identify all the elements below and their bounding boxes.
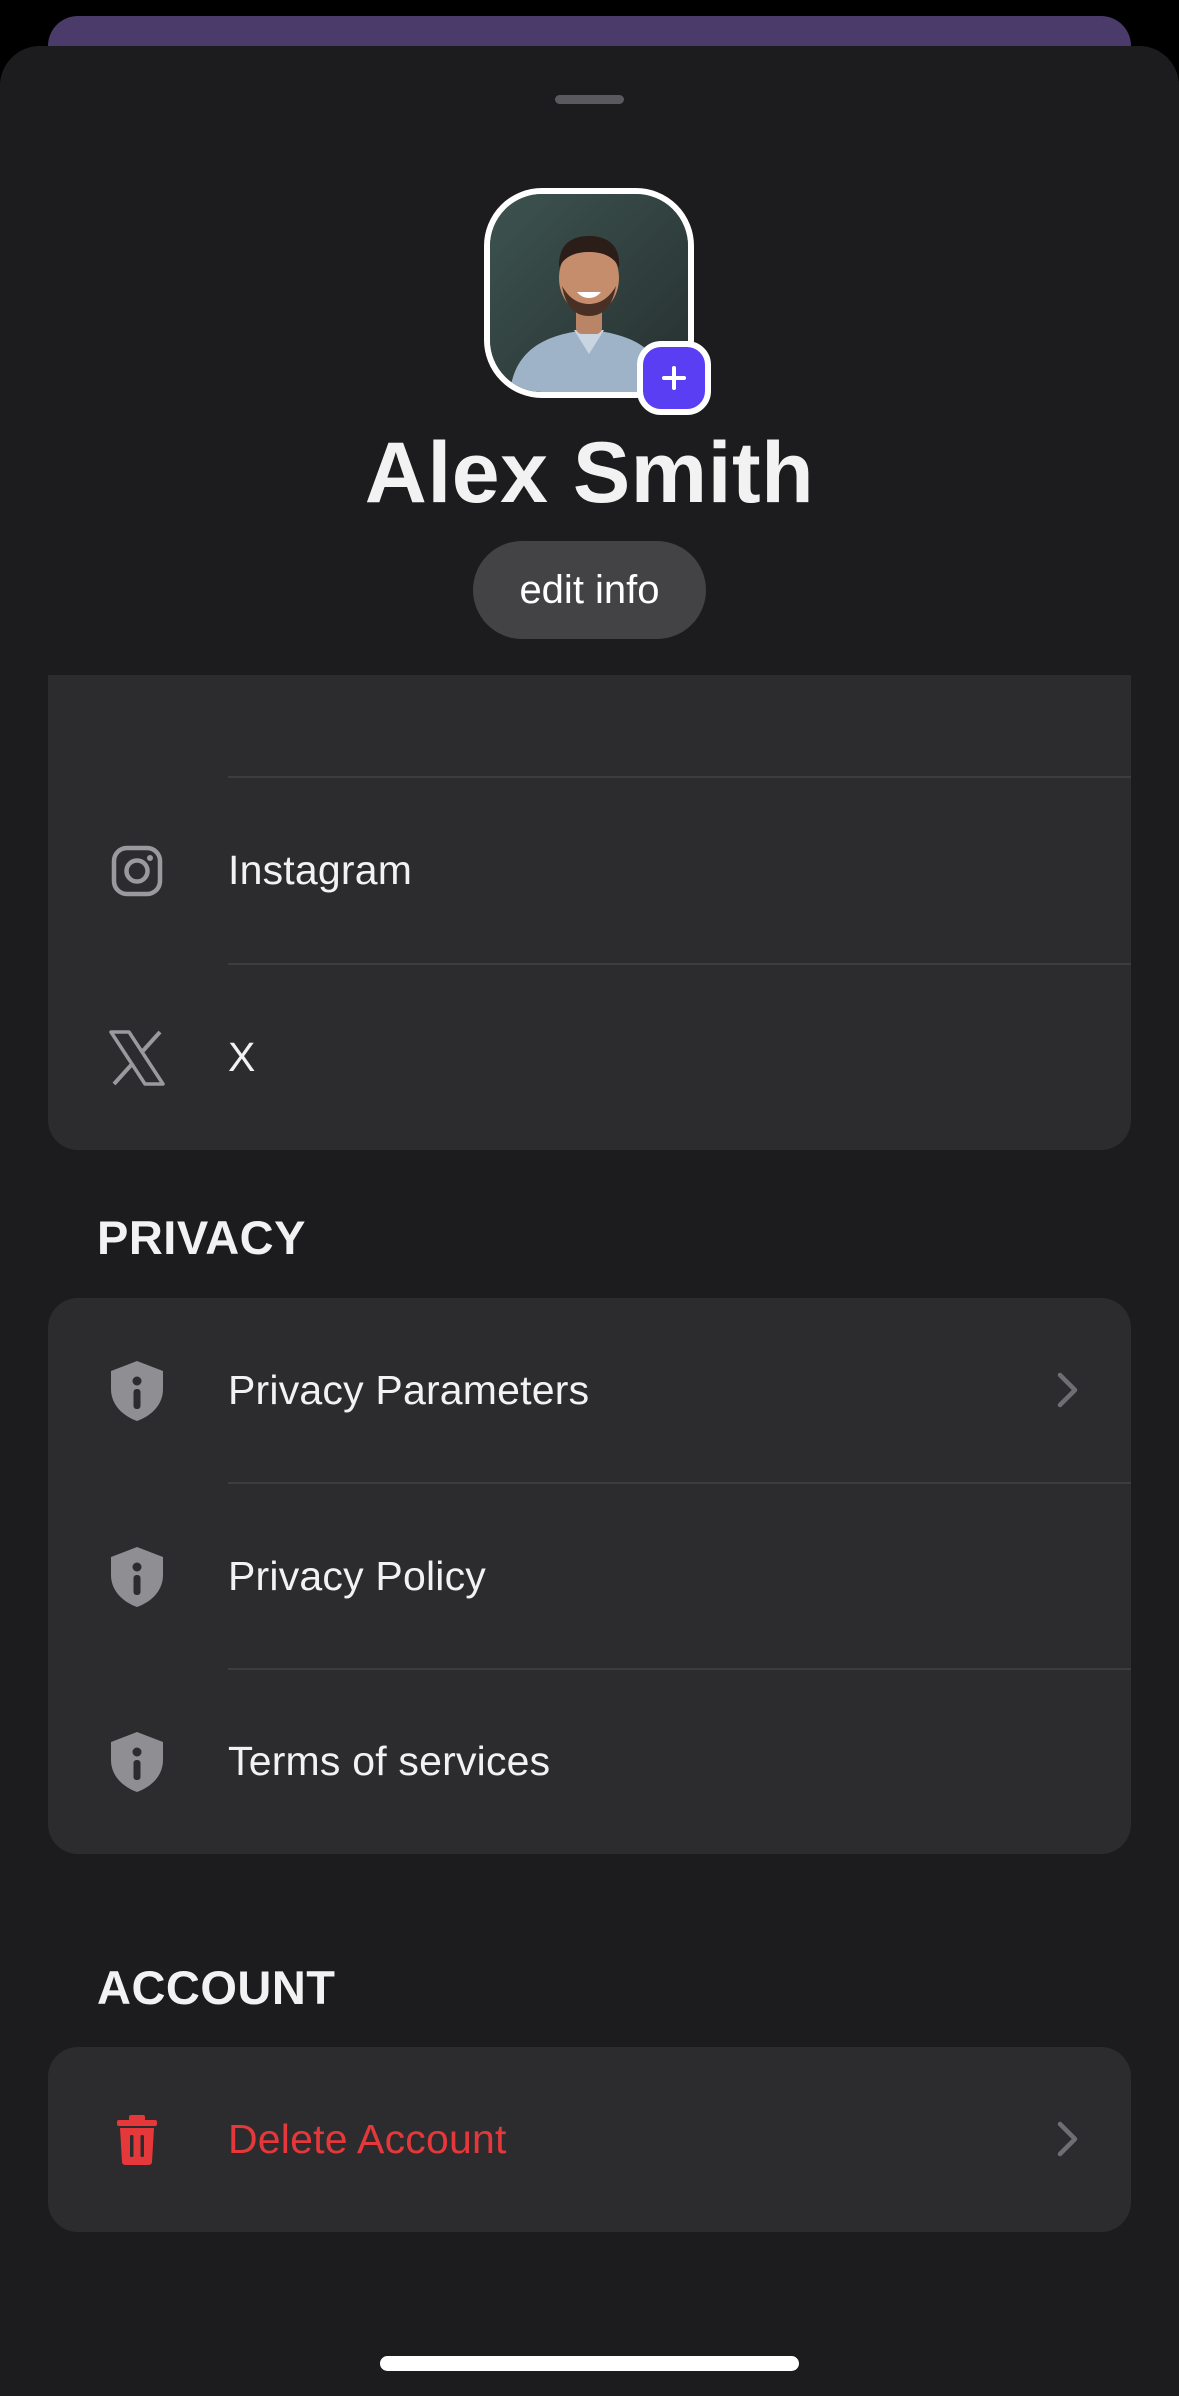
section-header-account: ACCOUNT — [97, 1961, 336, 2014]
social-item-label: Instagram — [228, 847, 413, 893]
plus-icon — [662, 366, 686, 390]
shield-info-icon — [105, 1730, 169, 1794]
profile-sheet: Instagram X PRIVACY Privacy Parameters P… — [0, 46, 1179, 2396]
add-photo-button[interactable] — [637, 341, 711, 415]
instagram-icon — [105, 839, 169, 903]
privacy-item-label: Privacy Policy — [228, 1553, 486, 1599]
social-item-instagram[interactable]: Instagram — [48, 778, 1131, 963]
edit-info-button[interactable]: edit info — [473, 541, 706, 639]
social-links-group: Instagram X — [48, 640, 1131, 1150]
privacy-item-policy[interactable]: Privacy Policy — [48, 1484, 1131, 1669]
privacy-item-label: Terms of services — [228, 1738, 551, 1784]
chevron-right-icon — [1047, 1370, 1087, 1410]
trash-icon — [105, 2108, 169, 2172]
privacy-item-parameters[interactable]: Privacy Parameters — [48, 1298, 1131, 1483]
privacy-item-label: Privacy Parameters — [228, 1367, 590, 1413]
chevron-right-icon — [1047, 2119, 1087, 2159]
sheet-grabber[interactable] — [555, 95, 624, 104]
privacy-item-terms[interactable]: Terms of services — [48, 1669, 1131, 1854]
home-indicator — [380, 2356, 799, 2371]
account-group: Delete Account — [48, 2047, 1131, 2232]
shield-info-icon — [105, 1545, 169, 1609]
social-item-x[interactable]: X — [48, 965, 1131, 1150]
privacy-group: Privacy Parameters Privacy Policy Terms … — [48, 1298, 1131, 1854]
profile-header: Alex Smith edit info — [0, 46, 1179, 675]
profile-name: Alex Smith — [364, 425, 815, 521]
x-logo-icon — [105, 1026, 169, 1090]
delete-account-label: Delete Account — [228, 2116, 507, 2162]
social-item-label: X — [228, 1034, 256, 1080]
delete-account-button[interactable]: Delete Account — [48, 2047, 1131, 2232]
shield-info-icon — [105, 1359, 169, 1423]
section-header-privacy: PRIVACY — [97, 1211, 306, 1264]
